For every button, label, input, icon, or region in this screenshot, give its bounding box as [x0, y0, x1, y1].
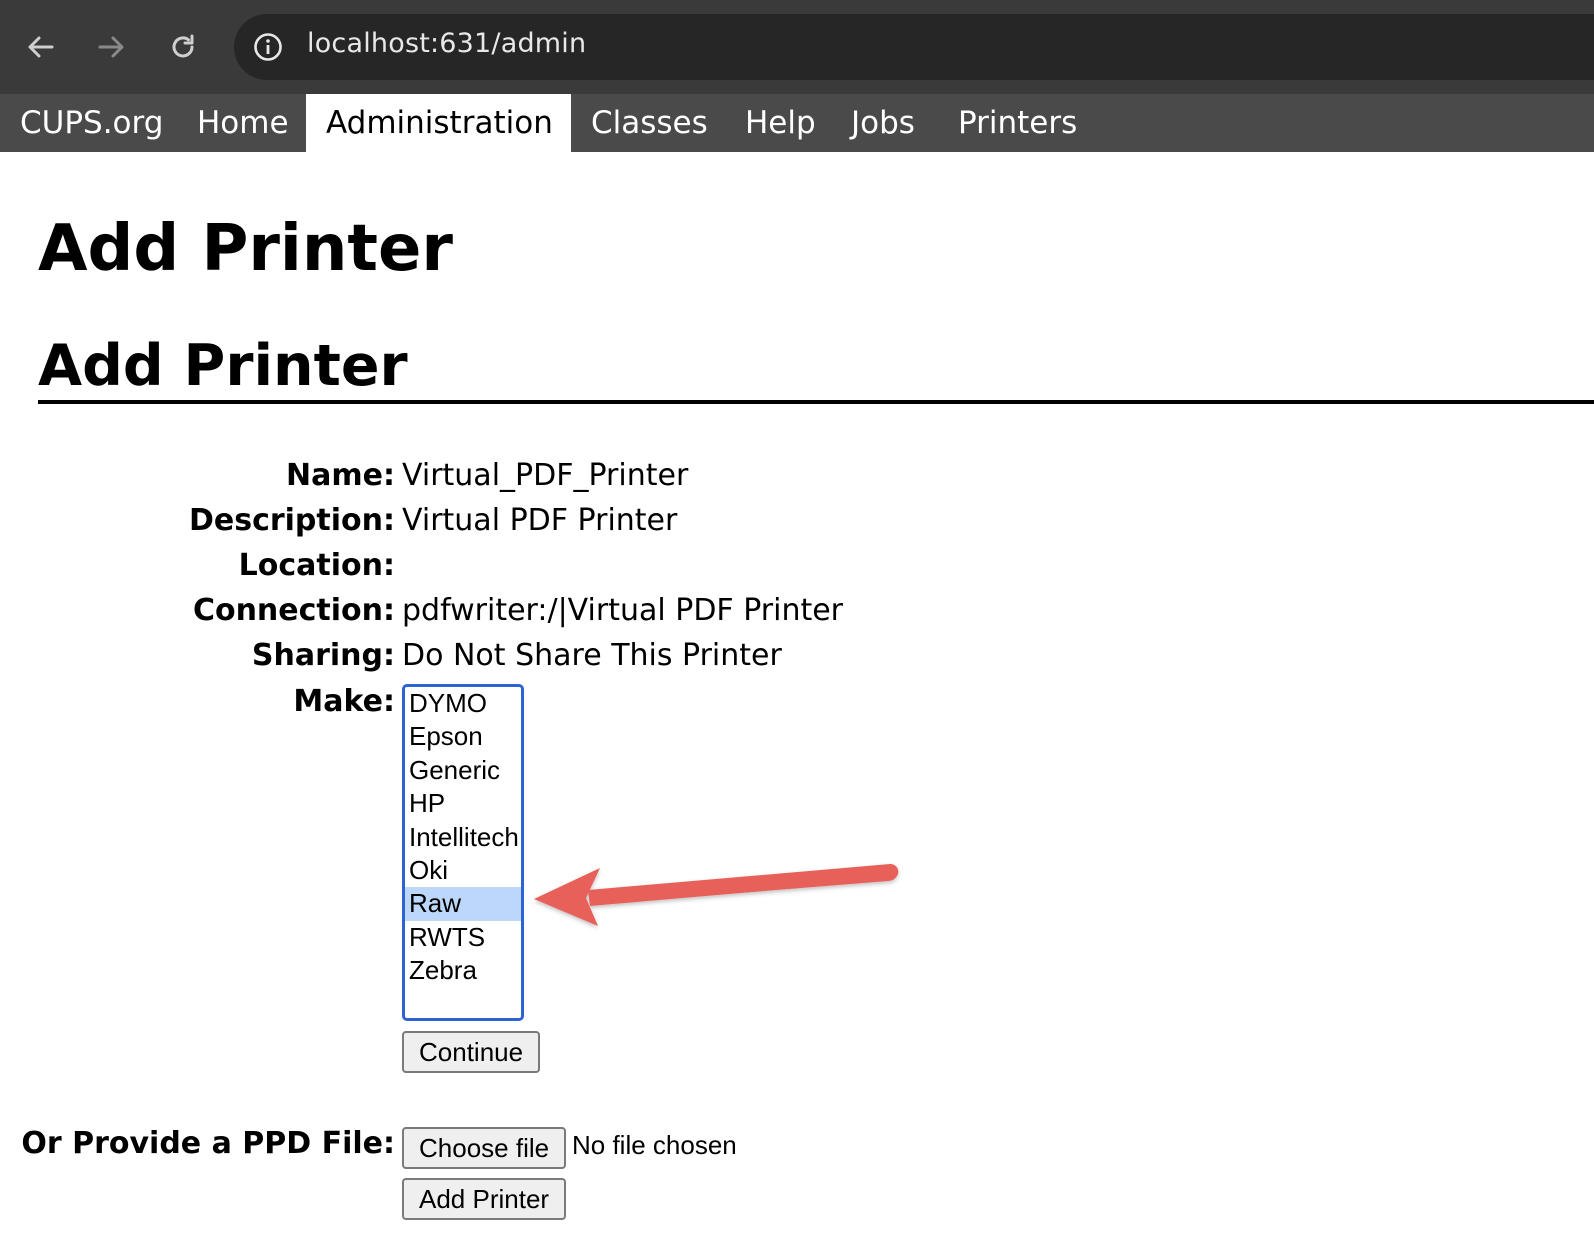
- tab-administration[interactable]: Administration: [306, 94, 571, 152]
- make-option-zebra[interactable]: Zebra: [405, 954, 521, 987]
- section-title: Add Printer: [38, 333, 408, 399]
- tab-help[interactable]: Help: [725, 94, 836, 152]
- make-select[interactable]: DYMO Epson Generic HP Intellitech Oki Ra…: [402, 684, 524, 1021]
- sharing-value: Do Not Share This Printer: [402, 638, 782, 673]
- tab-cups-org[interactable]: CUPS.org: [0, 94, 183, 152]
- ppd-file-label: Or Provide a PPD File:: [21, 1126, 395, 1161]
- tab-jobs[interactable]: Jobs: [831, 94, 935, 152]
- address-bar[interactable]: localhost:631/admin: [234, 14, 1594, 80]
- tab-home[interactable]: Home: [177, 94, 309, 152]
- make-option-generic[interactable]: Generic: [405, 754, 521, 787]
- sharing-label: Sharing:: [251, 638, 395, 673]
- url-text[interactable]: localhost:631/admin: [307, 28, 586, 59]
- connection-label: Connection:: [192, 593, 395, 628]
- make-option-epson[interactable]: Epson: [405, 720, 521, 753]
- forward-arrow-icon: [98, 36, 124, 58]
- make-label: Make:: [293, 684, 395, 719]
- add-printer-button[interactable]: Add Printer: [402, 1178, 567, 1220]
- reload-icon: [172, 34, 194, 58]
- choose-file-button[interactable]: Choose file: [402, 1127, 567, 1169]
- name-value: Virtual_PDF_Printer: [402, 458, 689, 493]
- description-label: Description:: [188, 503, 395, 538]
- make-option-oki[interactable]: Oki: [405, 854, 521, 887]
- info-icon[interactable]: [252, 31, 284, 63]
- make-option-hp[interactable]: HP: [405, 787, 521, 820]
- section-divider: [38, 400, 1594, 404]
- tab-classes[interactable]: Classes: [571, 94, 728, 152]
- make-option-intellitech[interactable]: Intellitech: [405, 821, 521, 854]
- continue-button[interactable]: Continue: [402, 1031, 541, 1073]
- red-arrow-annotation: [534, 864, 899, 926]
- page-title: Add Printer: [38, 212, 453, 286]
- make-option-dymo[interactable]: DYMO: [405, 687, 521, 720]
- tab-printers[interactable]: Printers: [938, 94, 1097, 152]
- make-option-raw[interactable]: Raw: [405, 887, 521, 921]
- browser-toolbar: localhost:631/admin: [0, 0, 1594, 94]
- back-arrow-icon: [28, 36, 54, 58]
- name-label: Name:: [286, 458, 395, 493]
- reload-button[interactable]: [158, 22, 208, 72]
- no-file-chosen-text: No file chosen: [572, 1130, 737, 1160]
- cups-navigation: CUPS.org Home Administration Classes Hel…: [0, 94, 1594, 152]
- description-value: Virtual PDF Printer: [402, 503, 678, 538]
- make-option-rwts[interactable]: RWTS: [405, 921, 521, 954]
- connection-value: pdfwriter:/|Virtual PDF Printer: [402, 593, 844, 628]
- forward-button[interactable]: [86, 22, 136, 72]
- back-button[interactable]: [16, 22, 66, 72]
- location-label: Location:: [238, 548, 395, 583]
